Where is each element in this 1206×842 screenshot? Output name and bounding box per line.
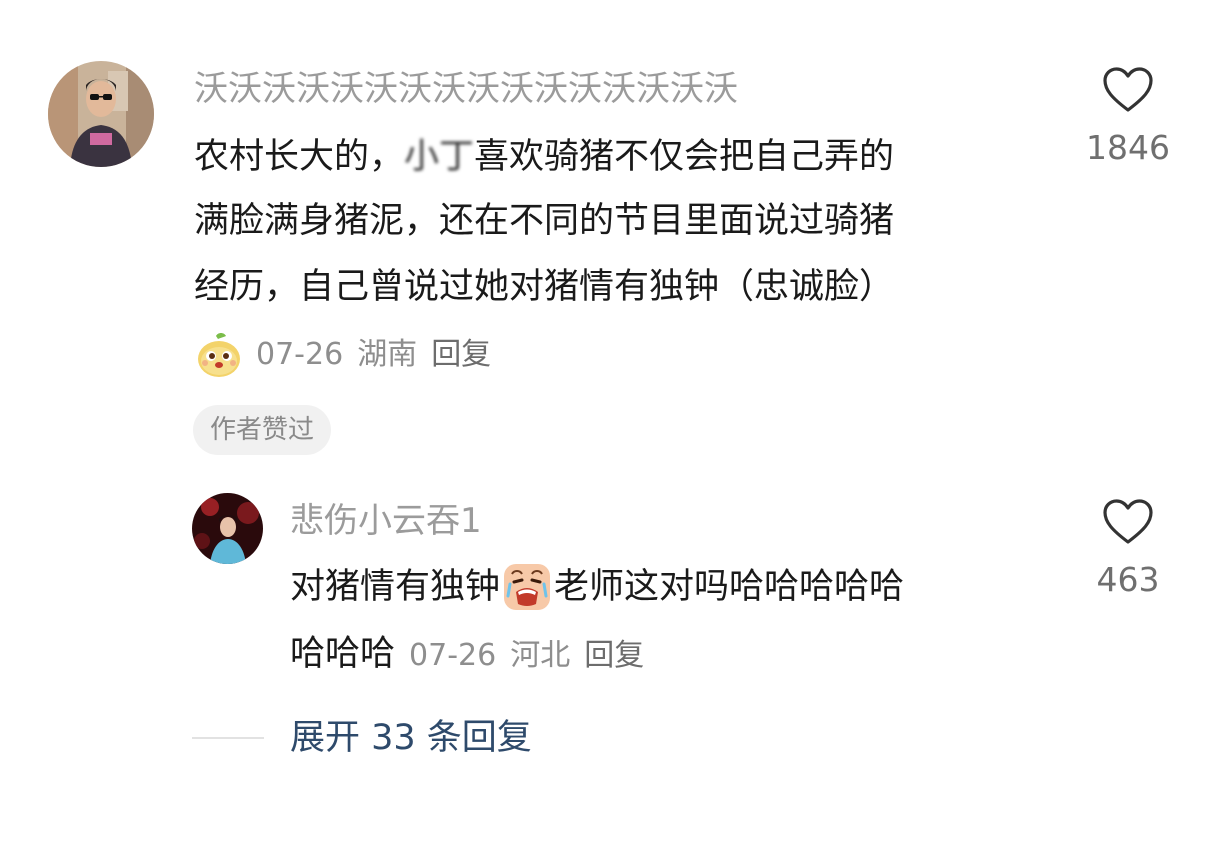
reply-text-part: 老师这对吗哈哈哈哈哈 [554, 567, 905, 607]
reply-text-tail: 哈哈哈 [290, 634, 396, 674]
main-comment-text-part: 农村长大的， [194, 137, 405, 177]
reply-text-line-2: 哈哈哈 07-26 河北 回复 [290, 630, 644, 678]
expand-replies-button[interactable]: 展开 33 条回复 [290, 714, 532, 762]
author-liked-badge: 作者赞过 [193, 405, 332, 455]
main-like-group[interactable]: 1846 [1083, 66, 1173, 168]
reply-region: 河北 [510, 638, 571, 673]
pear-mascot-sticker-icon [194, 330, 244, 380]
main-comment-line-2: 满脸满身猪泥，还在不同的节目里面说过骑猪 [194, 201, 895, 241]
reply-like-group[interactable]: 463 [1083, 498, 1173, 600]
crying-face-emoji-icon [502, 562, 552, 612]
main-comment-line-3: 经历，自己曾说过她对猪情有独钟（忠诚脸） [194, 267, 895, 307]
main-comment-meta: 07-26 湖南 回复 [194, 330, 491, 380]
main-commenter-avatar[interactable] [48, 61, 154, 167]
reply-like-count: 463 [1096, 560, 1160, 599]
expand-divider [192, 737, 264, 739]
main-comment-region: 湖南 [357, 337, 418, 372]
heart-icon[interactable] [1102, 66, 1154, 114]
reply-text-line-1: 对猪情有独钟 老师这对吗哈哈哈哈哈 [290, 562, 904, 612]
reply-commenter-avatar[interactable] [192, 493, 263, 564]
main-reply-button[interactable]: 回复 [431, 335, 491, 375]
main-like-count: 1846 [1086, 128, 1170, 167]
redacted-name: 小丁 [404, 137, 475, 177]
reply-date: 07-26 [409, 638, 497, 673]
main-comment-date: 07-26 [256, 337, 344, 372]
main-comment-line-1: 农村长大的，小丁喜欢骑猪不仅会把自己弄的 [194, 134, 894, 180]
reply-meta: 07-26 河北 回复 [409, 630, 644, 674]
reply-text-part: 对猪情有独钟 [290, 567, 501, 607]
heart-icon[interactable] [1102, 498, 1154, 546]
reply-reply-button[interactable]: 回复 [584, 638, 644, 673]
main-commenter-username[interactable]: 沃沃沃沃沃沃沃沃沃沃沃沃沃沃沃沃 [194, 66, 738, 112]
reply-commenter-username[interactable]: 悲伤小云吞1 [290, 498, 482, 544]
main-comment-text-part: 喜欢骑猪不仅会把自己弄的 [474, 137, 895, 177]
